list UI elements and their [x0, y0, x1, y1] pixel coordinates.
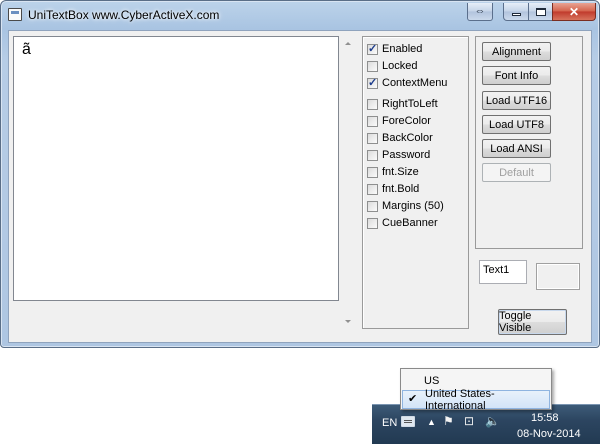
load-utf16-button[interactable]: Load UTF16	[482, 91, 551, 110]
checkbox-icon[interactable]	[367, 166, 378, 178]
checkbox-label: RightToLeft	[382, 98, 438, 110]
alignment-button[interactable]: Alignment	[482, 42, 551, 61]
minimize-button[interactable]	[503, 3, 529, 21]
language-label: US	[424, 374, 440, 387]
show-hidden-icons-icon[interactable]: ▲	[427, 417, 436, 427]
scroll-up-arrow-icon[interactable]	[345, 42, 351, 45]
checkbox-label: BackColor	[382, 132, 433, 144]
font-info-button[interactable]: Font Info	[482, 66, 551, 85]
swap-icon: ⇔	[474, 5, 486, 17]
checkbox-contextmenu[interactable]: ContextMenu	[367, 76, 447, 90]
load-utf8-button[interactable]: Load UTF8	[482, 115, 551, 134]
maximize-icon	[535, 7, 546, 16]
checkbox-fnt-bold[interactable]: fnt.Bold	[367, 182, 419, 196]
textbox-content: ã	[22, 41, 31, 58]
checkbox-icon[interactable]	[367, 76, 378, 89]
app-icon[interactable]	[8, 8, 22, 21]
maximize-button[interactable]	[528, 3, 553, 21]
window-title: UniTextBox www.CyberActiveX.com	[28, 8, 220, 22]
checkbox-label: Password	[382, 149, 431, 161]
actions-panel: Alignment Font Info Load UTF16 Load UTF8…	[475, 36, 583, 249]
checkbox-password[interactable]: Password	[367, 148, 430, 162]
text1-field[interactable]: Text1	[479, 260, 527, 284]
minimize-icon	[511, 13, 521, 16]
client-area: ã Enabled Locked ContextMenu RightToLeft	[8, 30, 592, 343]
checkbox-label: ContextMenu	[382, 77, 448, 89]
checkbox-icon[interactable]	[367, 183, 378, 195]
checkbox-icon[interactable]	[367, 42, 378, 55]
checkbox-icon[interactable]	[367, 217, 378, 229]
main-window: UniTextBox www.CyberActiveX.com ⇔ ✕ ã En…	[0, 0, 600, 348]
checkbox-cuebanner[interactable]: CueBanner	[367, 216, 438, 230]
load-ansi-button[interactable]: Load ANSI	[482, 139, 551, 158]
empty-frame	[536, 263, 580, 290]
checkbox-margins[interactable]: Margins (50)	[367, 199, 444, 213]
clock-time[interactable]: 15:58	[531, 412, 559, 424]
language-menu: US ✔ United States-International	[400, 368, 552, 412]
title-bar[interactable]: UniTextBox www.CyberActiveX.com ⇔ ✕	[1, 1, 599, 29]
checkbox-icon[interactable]	[367, 60, 378, 72]
language-item-us-international[interactable]: ✔ United States-International	[402, 387, 550, 412]
checkbox-label: fnt.Size	[382, 166, 419, 178]
checkbox-backcolor[interactable]: BackColor	[367, 131, 433, 145]
checkbox-label: CueBanner	[382, 217, 438, 229]
checkbox-righttoleft[interactable]: RightToLeft	[367, 97, 438, 111]
close-icon: ✕	[568, 4, 580, 19]
checkmark-icon: ✔	[408, 393, 418, 405]
swap-button[interactable]: ⇔	[467, 3, 493, 21]
network-icon[interactable]: ⊡	[464, 414, 474, 428]
language-label: United States-International	[425, 387, 495, 412]
checkbox-label: Enabled	[382, 43, 423, 55]
action-center-flag-icon[interactable]: ⚑	[443, 414, 454, 428]
checkbox-icon[interactable]	[367, 200, 378, 212]
checkbox-fnt-size[interactable]: fnt.Size	[367, 165, 419, 179]
close-button[interactable]: ✕	[552, 3, 596, 21]
checkbox-icon[interactable]	[367, 115, 378, 127]
toggle-visible-button[interactable]: Toggle Visible	[498, 309, 567, 335]
default-button[interactable]: Default	[482, 163, 551, 182]
vertical-scrollbar[interactable]	[341, 36, 355, 329]
checkbox-label: Margins (50)	[382, 200, 444, 212]
unitextbox[interactable]: ã	[13, 36, 339, 301]
checkbox-icon[interactable]	[367, 132, 378, 144]
checkbox-icon[interactable]	[367, 98, 378, 110]
checkbox-icon[interactable]	[367, 149, 378, 161]
scroll-down-arrow-icon[interactable]	[345, 320, 351, 323]
checkbox-label: ForeColor	[382, 115, 431, 127]
clock-date[interactable]: 08-Nov-2014	[517, 428, 581, 440]
checkbox-label: Locked	[382, 60, 418, 72]
checkbox-locked[interactable]: Locked	[367, 59, 417, 73]
checkbox-label: fnt.Bold	[382, 183, 420, 195]
keyboard-icon[interactable]	[401, 416, 415, 427]
options-panel: Enabled Locked ContextMenu RightToLeft F…	[362, 36, 469, 329]
checkbox-enabled[interactable]: Enabled	[367, 42, 422, 56]
checkbox-forecolor[interactable]: ForeColor	[367, 114, 431, 128]
language-indicator[interactable]: EN	[382, 417, 397, 429]
volume-icon[interactable]: 🔈	[485, 414, 500, 428]
